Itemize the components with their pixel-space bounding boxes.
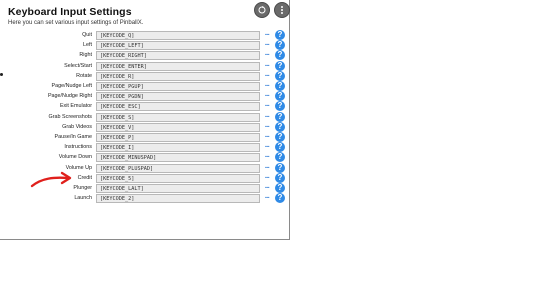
more-options-dots-button[interactable]: ... [262,81,272,91]
setting-label: Launch [74,195,92,202]
help-icon[interactable]: ? [275,40,285,51]
more-options-dots-button[interactable]: ... [262,91,272,101]
keycode-field[interactable]: [KEYCODE_ESC] [96,102,260,112]
more-options-dots-button[interactable]: ... [262,132,272,142]
help-icon[interactable]: ? [275,121,285,132]
setting-label: Right [79,52,92,59]
setting-row: Exit Emulator [KEYCODE_ESC]...? [0,101,290,112]
more-options-dots-button[interactable]: ... [262,122,272,132]
edge-marker [0,73,3,76]
more-options-dots-button[interactable]: ... [262,71,272,81]
help-icon[interactable]: ? [275,91,285,102]
setting-row: Left [KEYCODE_LEFT]...? [0,40,290,51]
keycode-field[interactable]: [KEYCODE_2] [96,194,260,204]
more-vertical-icon [280,5,284,15]
keycode-field[interactable]: [KEYCODE_I] [96,143,260,153]
setting-label: Rotate [76,72,92,79]
help-icon[interactable]: ? [275,60,285,71]
keyboard-settings-panel: Keyboard Input Settings Here you can set… [0,0,290,240]
more-options-dots-button[interactable]: ... [262,183,272,193]
setting-label: Quit [82,32,92,38]
more-options-dots-button[interactable]: ... [262,112,272,122]
setting-label: Select/Start [64,62,92,69]
more-options-dots-button[interactable]: ... [262,61,272,71]
help-icon[interactable]: ? [275,30,285,40]
setting-row: Select/Start [KEYCODE_ENTER]...? [0,60,290,72]
setting-row: Page/Nudge Right [KEYCODE_PGDN]...? [0,91,290,102]
more-options-dots-button[interactable]: ... [262,50,272,60]
more-options-dots-button[interactable]: ... [262,193,272,203]
keycode-field[interactable]: [KEYCODE_ENTER] [96,61,260,71]
more-options-dots-button[interactable]: ... [262,40,272,50]
help-icon[interactable]: ? [275,142,285,153]
keycode-field[interactable]: [KEYCODE_PLUSPAD] [96,163,260,173]
setting-label: Pause/In Game [54,134,92,140]
setting-row: Instructions [KEYCODE_I]...? [0,142,290,153]
setting-label: Grab Videos [62,123,92,130]
more-options-dots-button[interactable]: ... [262,152,272,162]
keycode-field[interactable]: [KEYCODE_R] [96,71,260,81]
setting-row: Rotate [KEYCODE_R]...? [0,70,290,82]
more-options-dots-button[interactable]: ... [262,101,272,111]
help-icon[interactable]: ? [275,111,285,122]
keycode-field[interactable]: [KEYCODE_RIGHT] [96,51,260,61]
keycode-field[interactable]: [KEYCODE_Q] [96,31,260,40]
setting-label: Page/Nudge Right [47,93,92,100]
setting-label: Exit Emulator [59,103,92,110]
keycode-field[interactable]: [KEYCODE_LEFT] [96,41,260,51]
setting-row: Launch [KEYCODE_2]...? [0,193,290,204]
keycode-field[interactable]: [KEYCODE_MINUSPAD] [96,153,260,163]
setting-row: Page/Nudge Left [KEYCODE_PGUP]...? [0,81,290,92]
help-icon[interactable]: ? [275,193,285,204]
keycode-field[interactable]: [KEYCODE_PGDN] [96,92,260,102]
more-options-dots-button[interactable]: ... [262,142,272,152]
keycode-field[interactable]: [KEYCODE_S] [96,112,260,122]
refresh-icon [257,5,267,15]
setting-label: Instructions [64,144,92,151]
help-icon[interactable]: ? [275,152,285,163]
setting-row: Grab Videos [KEYCODE_V]...? [0,121,290,133]
help-icon[interactable]: ? [275,172,285,183]
more-options-dots-button[interactable]: ... [262,173,272,183]
keycode-field[interactable]: [KEYCODE_P] [96,133,260,142]
setting-row: Volume Down [KEYCODE_MINUSPAD]...? [0,152,290,163]
setting-label: Page/Nudge Left [51,83,92,89]
setting-label: Left [83,42,92,49]
more-options-dots-button[interactable]: ... [262,30,272,40]
setting-row: Pause/In Game [KEYCODE_P]...? [0,132,290,143]
keycode-field[interactable]: [KEYCODE_LALT] [96,184,260,193]
more-options-button[interactable] [274,2,290,18]
help-icon[interactable]: ? [275,70,285,81]
setting-label: Credit [77,174,92,181]
refresh-button[interactable] [254,2,270,18]
keycode-field[interactable]: [KEYCODE_5] [96,173,260,183]
setting-row: Quit [KEYCODE_Q]...? [0,30,290,41]
help-icon[interactable]: ? [275,81,285,91]
help-icon[interactable]: ? [275,101,285,112]
setting-row: Right [KEYCODE_RIGHT]...? [0,50,290,61]
more-options-dots-button[interactable]: ... [262,163,272,173]
setting-label: Grab Screenshots [48,113,92,120]
setting-label: Volume Down [58,154,92,161]
help-icon[interactable]: ? [275,162,285,173]
help-icon[interactable]: ? [275,132,285,142]
keycode-field[interactable]: [KEYCODE_PGUP] [96,82,260,91]
help-icon[interactable]: ? [275,183,285,193]
setting-label: Plunger [73,185,92,191]
page-title: Keyboard Input Settings [8,6,132,18]
keycode-field[interactable]: [KEYCODE_V] [96,122,260,132]
setting-row: Grab Screenshots [KEYCODE_S]...? [0,111,290,123]
annotation-arrow [30,171,72,188]
page-subtitle: Here you can set various input settings … [8,20,144,26]
help-icon[interactable]: ? [275,50,285,61]
